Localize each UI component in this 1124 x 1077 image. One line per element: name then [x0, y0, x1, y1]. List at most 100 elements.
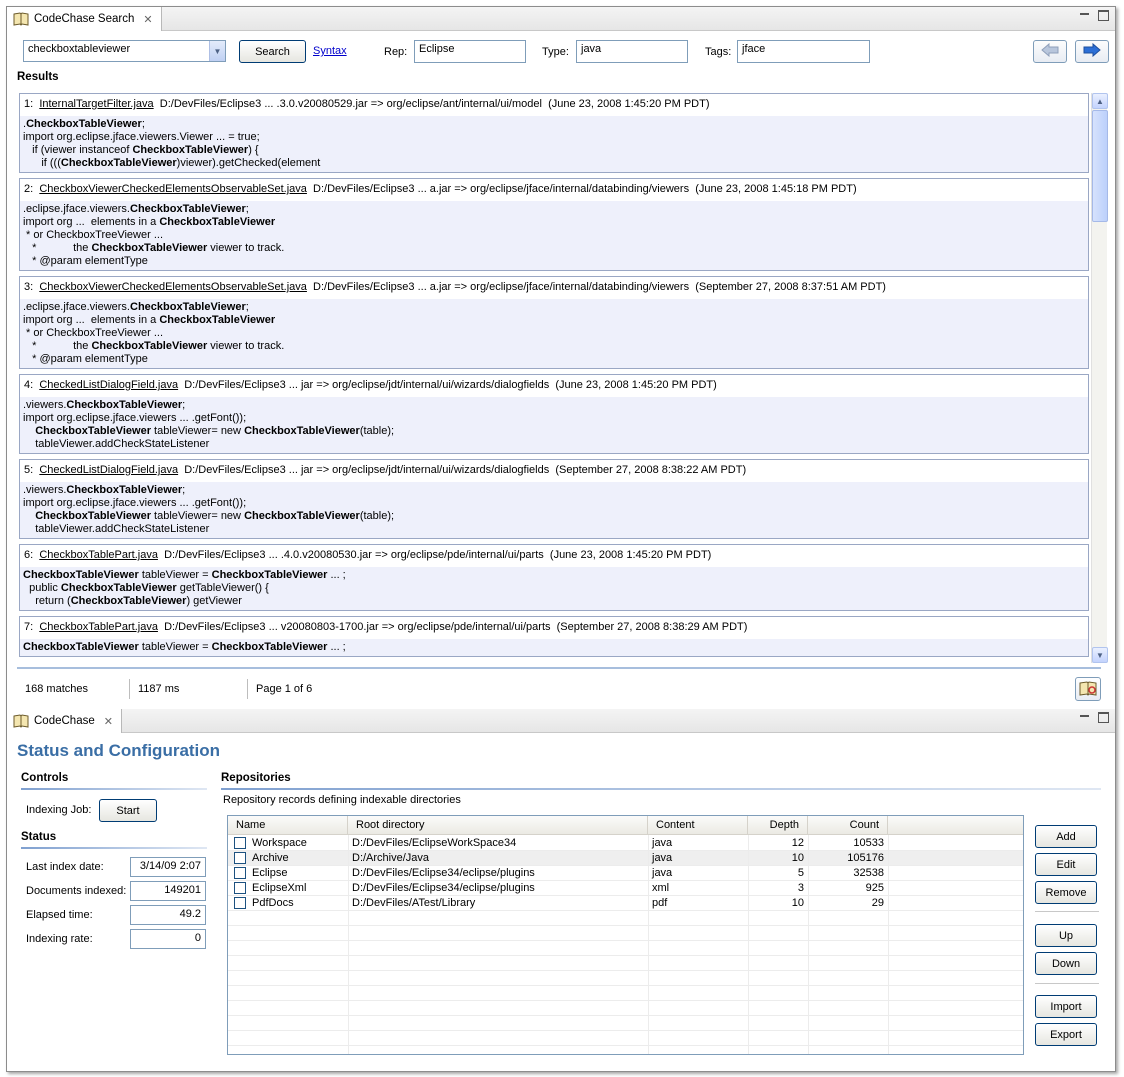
cell-depth: 10	[791, 852, 804, 864]
maximize-icon[interactable]	[1098, 10, 1109, 21]
snippet-text: * or CheckboxTreeViewer ...	[23, 327, 164, 339]
row-checkbox[interactable]	[234, 867, 246, 879]
result-item[interactable]: 4: CheckedListDialogField.java D:/DevFil…	[19, 374, 1089, 454]
edit-button[interactable]: Edit	[1035, 853, 1097, 876]
start-button[interactable]: Start	[99, 799, 157, 822]
result-path: D:/DevFiles/Eclipse3 ... .3.0.v20080529.…	[159, 98, 542, 110]
repositories-table[interactable]: Name Root directory Content Depth Count …	[227, 815, 1024, 1055]
snippet-match: CheckboxTableViewer	[23, 569, 139, 581]
result-item[interactable]: 2: CheckboxViewerCheckedElementsObservab…	[19, 178, 1089, 271]
result-snippet: CheckboxTableViewer tableViewer = Checkb…	[20, 639, 1088, 656]
down-button[interactable]: Down	[1035, 952, 1097, 975]
result-path: D:/DevFiles/Eclipse3 ... jar => org/ecli…	[184, 379, 550, 391]
back-button[interactable]	[1033, 40, 1067, 63]
snippet-text: (table);	[359, 425, 395, 437]
snippet-text: tableViewer =	[138, 641, 212, 653]
grid-line	[808, 835, 809, 1054]
result-file-link[interactable]: InternalTargetFilter.java	[39, 98, 153, 110]
add-button[interactable]: Add	[1035, 825, 1097, 848]
elapsed-time-label: Elapsed time:	[26, 909, 93, 921]
snippet-match: CheckboxTableViewer	[60, 157, 177, 169]
scroll-down-icon[interactable]: ▼	[1092, 647, 1108, 663]
results-status-bar: 168 matches 1187 ms Page 1 of 6	[17, 675, 1101, 703]
row-checkbox[interactable]	[234, 882, 246, 894]
row-checkbox[interactable]	[234, 852, 246, 864]
scroll-up-icon[interactable]: ▲	[1092, 93, 1108, 109]
snippet-text: ;	[245, 203, 249, 215]
result-file-link[interactable]: CheckboxViewerCheckedElementsObservableS…	[39, 281, 307, 293]
snippet-match: CheckboxTableViewer	[91, 242, 208, 254]
match-count: 168 matches	[25, 683, 88, 695]
repositories-heading: Repositories	[221, 772, 291, 784]
result-file-link[interactable]: CheckboxViewerCheckedElementsObservableS…	[39, 183, 307, 195]
result-item[interactable]: 7: CheckboxTablePart.java D:/DevFiles/Ec…	[19, 616, 1089, 657]
minimize-icon[interactable]	[1079, 712, 1090, 723]
up-button[interactable]: Up	[1035, 924, 1097, 947]
controls-heading: Controls	[21, 772, 69, 784]
snippet-match: CheckboxTableViewer	[244, 425, 360, 437]
snippet-text: public	[23, 582, 61, 594]
column-header-name[interactable]: Name	[228, 816, 348, 835]
repositories-underline	[221, 788, 1101, 790]
results-list[interactable]: 1: InternalTargetFilter.java D:/DevFiles…	[17, 93, 1103, 663]
result-item[interactable]: 5: CheckedListDialogField.java D:/DevFil…	[19, 459, 1089, 539]
cell-root: D:/DevFiles/ATest/Library	[352, 897, 476, 909]
results-scrollbar[interactable]: ▲ ▼	[1091, 93, 1108, 663]
indexing-job-label: Indexing Job:	[26, 804, 92, 816]
export-button[interactable]: Export	[1035, 1023, 1097, 1046]
snippet-text	[23, 510, 35, 522]
result-file-link[interactable]: CheckedListDialogField.java	[39, 464, 178, 476]
syntax-link[interactable]: Syntax	[313, 45, 347, 57]
result-file-link[interactable]: CheckboxTablePart.java	[39, 549, 158, 561]
cell-content: java	[652, 852, 673, 864]
minimize-icon[interactable]	[1079, 10, 1090, 21]
import-button[interactable]: Import	[1035, 995, 1097, 1018]
forward-button[interactable]	[1075, 40, 1109, 63]
snippet-line: .eclipse.jface.viewers.CheckboxTableView…	[23, 301, 1085, 314]
cell-content: pdf	[652, 897, 668, 909]
result-item[interactable]: 6: CheckboxTablePart.java D:/DevFiles/Ec…	[19, 544, 1089, 611]
search-button[interactable]: Search	[239, 40, 306, 63]
tags-field[interactable]: jface	[737, 40, 870, 63]
chevron-down-icon[interactable]: ▼	[209, 41, 225, 61]
snippet-text: if (((	[23, 157, 61, 169]
close-icon[interactable]: ✕	[104, 715, 113, 728]
snippet-text: ;	[141, 118, 145, 130]
tags-label: Tags:	[705, 46, 732, 58]
snippet-text: * the	[23, 242, 92, 254]
snippet-line: * the CheckboxTableViewer viewer to trac…	[23, 242, 1085, 255]
maximize-icon[interactable]	[1098, 712, 1109, 723]
result-item[interactable]: 3: CheckboxViewerCheckedElementsObservab…	[19, 276, 1089, 369]
snippet-text: viewer to track.	[207, 340, 285, 352]
snippet-match: CheckboxTableViewer	[26, 118, 142, 130]
result-path: D:/DevFiles/Eclipse3 ... v20080803-1700.…	[164, 621, 551, 633]
type-field[interactable]: java	[576, 40, 688, 63]
rep-field[interactable]: Eclipse	[414, 40, 526, 63]
column-header-count[interactable]: Count	[808, 816, 888, 835]
scroll-thumb[interactable]	[1092, 110, 1108, 222]
column-header-content[interactable]: Content	[648, 816, 748, 835]
close-icon[interactable]: ✕	[143, 13, 152, 26]
open-codechase-button[interactable]	[1075, 677, 1101, 701]
elapsed-time-value: 49.2	[130, 905, 206, 925]
arrow-right-icon	[1083, 42, 1101, 60]
result-index: 6:	[24, 549, 34, 561]
row-checkbox[interactable]	[234, 897, 246, 909]
result-date: (June 23, 2008 1:45:18 PM PDT)	[695, 183, 857, 195]
tab-codechase[interactable]: CodeChase ✕	[7, 709, 122, 733]
cell-depth: 5	[797, 867, 804, 879]
result-snippet: .eclipse.jface.viewers.CheckboxTableView…	[20, 201, 1088, 270]
search-query-combo[interactable]: checkboxtableviewer ▼	[23, 40, 226, 62]
row-checkbox[interactable]	[234, 837, 246, 849]
column-header-depth[interactable]: Depth	[748, 816, 808, 835]
remove-button[interactable]: Remove	[1035, 881, 1097, 904]
result-header: 4: CheckedListDialogField.java D:/DevFil…	[20, 375, 1088, 397]
snippet-match: CheckboxTableViewer	[66, 484, 183, 496]
column-header-root[interactable]: Root directory	[348, 816, 648, 835]
result-file-link[interactable]: CheckedListDialogField.java	[39, 379, 178, 391]
codechase-book-icon	[13, 12, 29, 26]
result-item[interactable]: 1: InternalTargetFilter.java D:/DevFiles…	[19, 93, 1089, 173]
codechase-book-icon	[13, 714, 29, 728]
tab-codechase-search[interactable]: CodeChase Search ✕	[7, 7, 162, 31]
result-file-link[interactable]: CheckboxTablePart.java	[39, 621, 158, 633]
